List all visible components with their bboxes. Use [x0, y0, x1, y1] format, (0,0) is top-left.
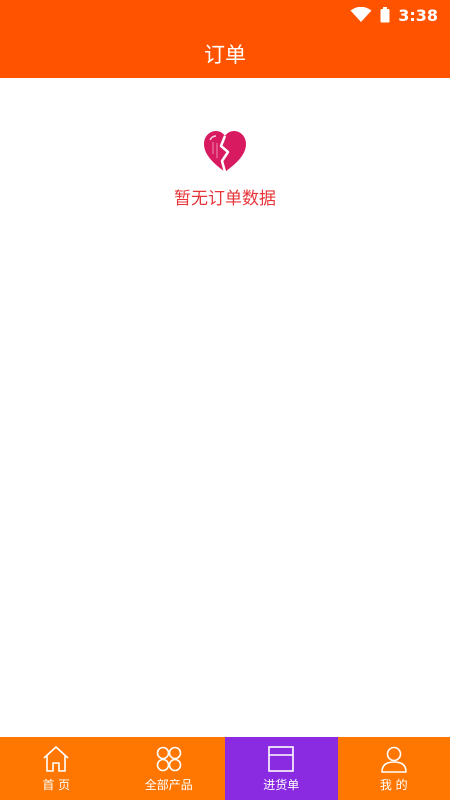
tab-purchase-list-label: 进货单 [263, 777, 300, 792]
broken-heart-icon [204, 131, 246, 173]
header: 订单 [0, 30, 450, 78]
home-icon [43, 745, 69, 772]
main-content: 暂无订单数据 [0, 78, 450, 737]
tab-purchase-list[interactable]: 进货单 [225, 737, 338, 800]
status-bar: 3:38 [0, 0, 450, 30]
page-title: 订单 [204, 43, 246, 67]
wifi-icon [350, 7, 372, 22]
cart-list-icon [268, 745, 295, 772]
grid-icon [156, 746, 182, 771]
tab-mine-label: 我 的 [379, 777, 408, 792]
battery-icon [380, 7, 390, 23]
empty-message: 暂无订单数据 [174, 189, 276, 209]
user-icon [380, 746, 407, 773]
tab-all-products[interactable]: 全部产品 [113, 737, 226, 800]
status-time: 3:38 [398, 5, 438, 25]
tab-home-label: 首 页 [42, 777, 71, 792]
tab-home[interactable]: 首 页 [0, 737, 113, 800]
tab-mine[interactable]: 我 的 [338, 737, 450, 800]
bottom-tab-bar: 首 页 全部产品 进货单 我 的 [0, 737, 450, 800]
empty-state: 暂无订单数据 [0, 130, 450, 209]
tab-all-products-label: 全部产品 [144, 777, 193, 792]
